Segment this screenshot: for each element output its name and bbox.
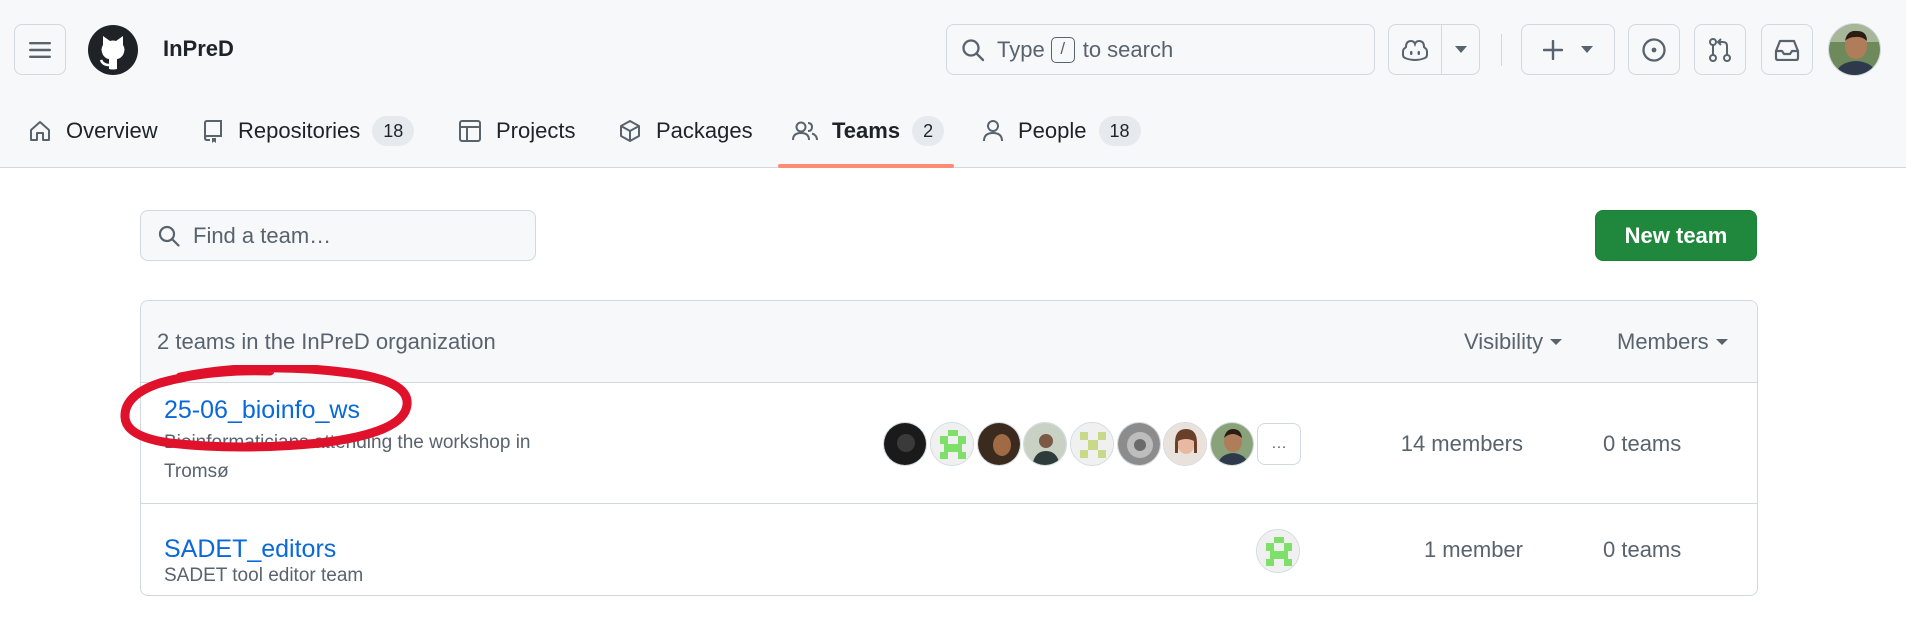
search-shortcut-key: /: [1050, 36, 1075, 63]
search-input[interactable]: Type / to search: [946, 24, 1375, 75]
github-logo-icon[interactable]: [88, 25, 138, 75]
team-name-link[interactable]: SADET_editors: [164, 535, 336, 564]
identicon-icon: [931, 423, 973, 465]
more-members-button[interactable]: …: [1257, 423, 1301, 465]
table-icon: [459, 120, 481, 142]
team-members-count[interactable]: 14 members: [1393, 431, 1523, 457]
search-prefix: Type: [997, 36, 1045, 62]
search-icon: [158, 225, 180, 247]
tab-overview[interactable]: Overview: [28, 108, 158, 154]
people-icon: [792, 121, 818, 141]
user-avatar[interactable]: [1828, 23, 1881, 76]
member-photo-icon: [1164, 423, 1206, 465]
tab-packages[interactable]: Packages: [618, 108, 753, 154]
menu-button[interactable]: [14, 24, 66, 75]
member-avatar[interactable]: [1023, 422, 1067, 466]
member-photo-icon: [1118, 423, 1160, 465]
create-new-button[interactable]: [1522, 25, 1614, 74]
tab-teams[interactable]: Teams 2: [792, 108, 945, 154]
global-header: InPreD Type / to search Overview Reposit…: [0, 0, 1906, 168]
search-suffix: to search: [1082, 36, 1174, 62]
visibility-filter-label: Visibility: [1464, 329, 1544, 354]
members-filter[interactable]: Members: [1617, 329, 1728, 355]
inbox-icon: [1774, 39, 1800, 61]
member-avatar[interactable]: [977, 422, 1021, 466]
pull-requests-button[interactable]: [1694, 24, 1746, 75]
member-avatar[interactable]: [930, 422, 974, 466]
member-avatar[interactable]: [1070, 422, 1114, 466]
repositories-counter: 18: [372, 116, 415, 146]
member-avatar[interactable]: [1256, 529, 1300, 573]
tab-repositories-label: Repositories: [238, 118, 361, 143]
people-counter: 18: [1098, 116, 1141, 146]
teams-summary: 2 teams in the InPreD organization: [157, 329, 496, 354]
new-team-button[interactable]: New team: [1595, 210, 1757, 261]
issue-opened-icon: [1642, 37, 1666, 62]
member-photo-icon: [1211, 423, 1253, 465]
tab-people-label: People: [1018, 118, 1087, 143]
user-photo-icon: [1829, 24, 1880, 75]
package-icon: [620, 120, 640, 142]
tab-packages-label: Packages: [656, 118, 753, 143]
triangle-down-icon: [1454, 45, 1467, 53]
members-filter-label: Members: [1617, 329, 1709, 354]
copilot-button-group: [1388, 24, 1480, 75]
caret-down-icon: [1715, 339, 1728, 345]
tab-repositories[interactable]: Repositories 18: [202, 108, 415, 154]
member-avatar[interactable]: [1163, 422, 1207, 466]
find-team-input[interactable]: Find a team…: [140, 210, 536, 261]
identicon-icon: [1257, 530, 1299, 572]
caret-down-icon: [1550, 339, 1563, 345]
header-divider: [1501, 34, 1502, 66]
teams-counter: 2: [912, 116, 945, 146]
member-avatar[interactable]: [1210, 422, 1254, 466]
visibility-filter[interactable]: Visibility: [1464, 329, 1563, 355]
home-icon: [30, 121, 50, 141]
tab-overview-label: Overview: [66, 118, 158, 143]
team-subteams-count[interactable]: 0 teams: [1603, 431, 1681, 457]
copilot-dropdown-button[interactable]: [1441, 25, 1479, 74]
person-icon: [983, 120, 1003, 142]
copilot-button[interactable]: [1389, 25, 1441, 74]
org-name[interactable]: InPreD: [163, 36, 234, 62]
team-subteams-count[interactable]: 0 teams: [1603, 537, 1681, 563]
copilot-icon: [1402, 39, 1428, 61]
team-row: SADET_editors SADET tool editor team 1 m…: [141, 505, 1757, 595]
member-avatar[interactable]: [1117, 422, 1161, 466]
repo-icon: [203, 120, 222, 143]
plus-icon: [1543, 39, 1563, 60]
active-tab-indicator: [778, 164, 954, 168]
tab-teams-label: Teams: [832, 118, 901, 143]
hamburger-icon: [29, 41, 51, 58]
member-photo-icon: [884, 423, 926, 465]
team-description-continued: Tromsø: [164, 461, 229, 482]
git-pull-request-icon: [1709, 37, 1731, 62]
tab-projects-label: Projects: [496, 118, 576, 143]
find-team-placeholder: Find a team…: [193, 222, 332, 248]
issues-button[interactable]: [1628, 24, 1680, 75]
red-annotation-circle: [120, 365, 412, 452]
identicon-icon: [1071, 423, 1113, 465]
inbox-button[interactable]: [1761, 24, 1813, 75]
create-button-group[interactable]: [1521, 24, 1615, 75]
team-description: SADET tool editor team: [164, 565, 364, 586]
tab-people[interactable]: People 18: [982, 108, 1141, 154]
member-avatar[interactable]: [883, 422, 927, 466]
member-photo-icon: [1024, 423, 1066, 465]
triangle-down-icon: [1581, 45, 1593, 53]
search-icon: [962, 38, 985, 61]
tab-projects[interactable]: Projects: [458, 108, 575, 154]
team-members-count[interactable]: 1 member: [1393, 537, 1523, 563]
member-photo-icon: [978, 423, 1020, 465]
